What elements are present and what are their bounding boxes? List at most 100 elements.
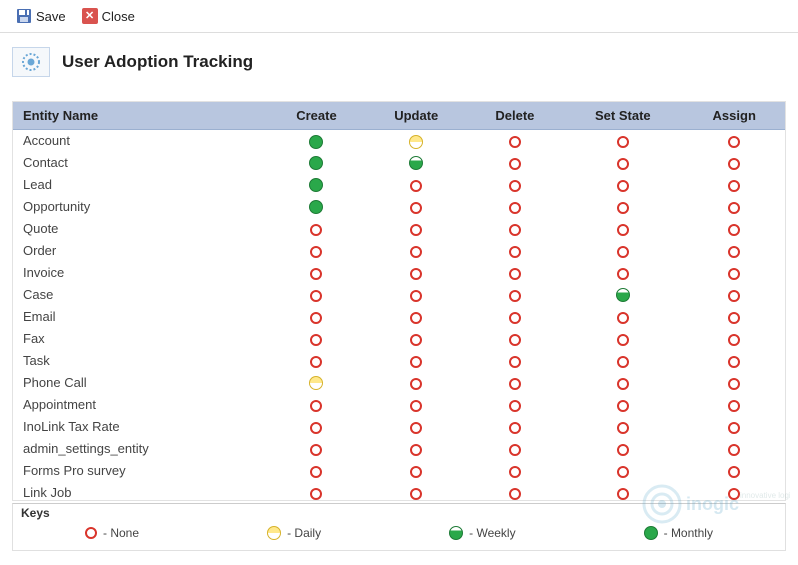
delete-cell[interactable]: [468, 372, 563, 394]
close-button[interactable]: ✕ Close: [76, 6, 141, 26]
update-cell[interactable]: [365, 174, 468, 196]
delete-cell[interactable]: [468, 394, 563, 416]
assign-cell[interactable]: [683, 372, 785, 394]
delete-cell[interactable]: [468, 438, 563, 460]
setstate-cell[interactable]: [562, 152, 683, 174]
col-header-update[interactable]: Update: [365, 102, 468, 130]
assign-cell[interactable]: [683, 306, 785, 328]
setstate-cell[interactable]: [562, 218, 683, 240]
col-header-entity[interactable]: Entity Name: [13, 102, 268, 130]
setstate-cell[interactable]: [562, 284, 683, 306]
update-cell[interactable]: [365, 152, 468, 174]
create-cell[interactable]: [268, 240, 365, 262]
update-cell[interactable]: [365, 460, 468, 482]
setstate-cell[interactable]: [562, 350, 683, 372]
assign-cell[interactable]: [683, 262, 785, 284]
delete-cell[interactable]: [468, 306, 563, 328]
setstate-cell[interactable]: [562, 394, 683, 416]
update-cell[interactable]: [365, 284, 468, 306]
assign-cell[interactable]: [683, 394, 785, 416]
create-cell[interactable]: [268, 328, 365, 350]
setstate-cell[interactable]: [562, 262, 683, 284]
create-cell[interactable]: [268, 152, 365, 174]
update-cell[interactable]: [365, 196, 468, 218]
create-cell[interactable]: [268, 130, 365, 152]
setstate-cell[interactable]: [562, 482, 683, 501]
update-cell[interactable]: [365, 482, 468, 501]
col-header-create[interactable]: Create: [268, 102, 365, 130]
create-cell[interactable]: [268, 196, 365, 218]
update-cell[interactable]: [365, 306, 468, 328]
delete-cell[interactable]: [468, 284, 563, 306]
col-header-assign[interactable]: Assign: [683, 102, 785, 130]
update-cell[interactable]: [365, 438, 468, 460]
assign-cell[interactable]: [683, 328, 785, 350]
delete-cell[interactable]: [468, 130, 563, 152]
save-button[interactable]: Save: [10, 6, 72, 26]
assign-cell[interactable]: [683, 460, 785, 482]
assign-cell[interactable]: [683, 240, 785, 262]
assign-cell[interactable]: [683, 438, 785, 460]
setstate-cell[interactable]: [562, 174, 683, 196]
none-icon: [728, 158, 740, 170]
setstate-cell[interactable]: [562, 328, 683, 350]
create-cell[interactable]: [268, 284, 365, 306]
delete-cell[interactable]: [468, 482, 563, 501]
delete-cell[interactable]: [468, 350, 563, 372]
none-icon: [728, 444, 740, 456]
update-cell[interactable]: [365, 130, 468, 152]
assign-cell[interactable]: [683, 482, 785, 501]
update-cell[interactable]: [365, 350, 468, 372]
update-cell[interactable]: [365, 218, 468, 240]
setstate-cell[interactable]: [562, 372, 683, 394]
none-icon: [410, 444, 422, 456]
assign-cell[interactable]: [683, 218, 785, 240]
setstate-cell[interactable]: [562, 416, 683, 438]
setstate-cell[interactable]: [562, 196, 683, 218]
create-cell[interactable]: [268, 350, 365, 372]
create-cell[interactable]: [268, 174, 365, 196]
delete-cell[interactable]: [468, 196, 563, 218]
setstate-cell[interactable]: [562, 306, 683, 328]
none-icon: [410, 466, 422, 478]
col-header-delete[interactable]: Delete: [468, 102, 563, 130]
create-cell[interactable]: [268, 482, 365, 501]
update-cell[interactable]: [365, 328, 468, 350]
assign-cell[interactable]: [683, 152, 785, 174]
create-cell[interactable]: [268, 394, 365, 416]
delete-cell[interactable]: [468, 328, 563, 350]
none-icon: [310, 400, 322, 412]
assign-cell[interactable]: [683, 174, 785, 196]
assign-cell[interactable]: [683, 416, 785, 438]
create-cell[interactable]: [268, 372, 365, 394]
create-cell[interactable]: [268, 438, 365, 460]
delete-cell[interactable]: [468, 460, 563, 482]
update-cell[interactable]: [365, 240, 468, 262]
create-cell[interactable]: [268, 416, 365, 438]
create-cell[interactable]: [268, 218, 365, 240]
update-cell[interactable]: [365, 372, 468, 394]
delete-cell[interactable]: [468, 240, 563, 262]
page-title: User Adoption Tracking: [62, 52, 253, 72]
delete-cell[interactable]: [468, 262, 563, 284]
delete-cell[interactable]: [468, 152, 563, 174]
setstate-cell[interactable]: [562, 460, 683, 482]
assign-cell[interactable]: [683, 350, 785, 372]
none-icon: [728, 202, 740, 214]
update-cell[interactable]: [365, 394, 468, 416]
delete-cell[interactable]: [468, 416, 563, 438]
create-cell[interactable]: [268, 306, 365, 328]
delete-cell[interactable]: [468, 218, 563, 240]
assign-cell[interactable]: [683, 196, 785, 218]
setstate-cell[interactable]: [562, 130, 683, 152]
assign-cell[interactable]: [683, 130, 785, 152]
setstate-cell[interactable]: [562, 438, 683, 460]
update-cell[interactable]: [365, 416, 468, 438]
col-header-setstate[interactable]: Set State: [562, 102, 683, 130]
assign-cell[interactable]: [683, 284, 785, 306]
delete-cell[interactable]: [468, 174, 563, 196]
create-cell[interactable]: [268, 262, 365, 284]
setstate-cell[interactable]: [562, 240, 683, 262]
update-cell[interactable]: [365, 262, 468, 284]
create-cell[interactable]: [268, 460, 365, 482]
